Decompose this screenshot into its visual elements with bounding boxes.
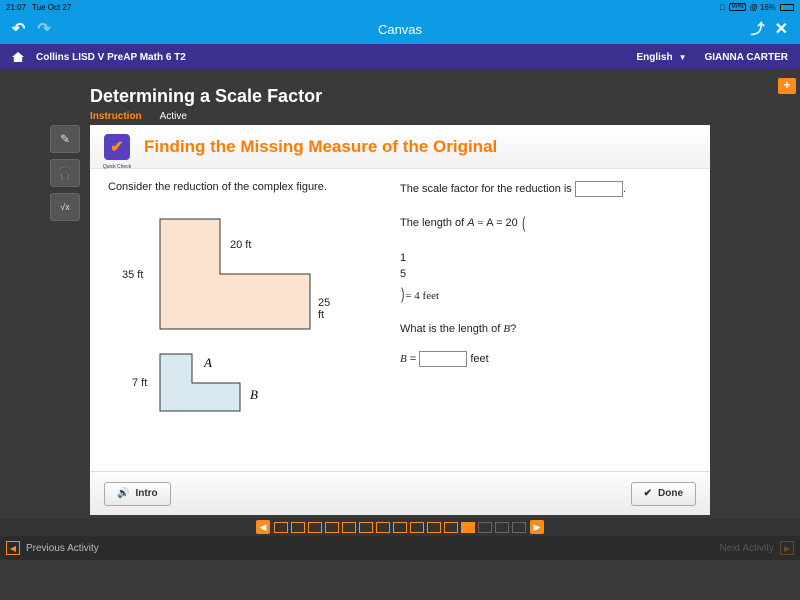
app-nav-bar: ↶ ↷ Canvas ⤴ ✕	[0, 14, 800, 44]
chevron-down-icon: ▼	[679, 53, 687, 62]
progress-prev-icon[interactable]: ◀	[256, 520, 270, 534]
activity-nav: ◀ Previous Activity Next Activity ▶	[0, 536, 800, 560]
progress-step[interactable]	[393, 522, 407, 533]
svg-text:B: B	[250, 387, 258, 402]
add-button[interactable]: +	[778, 78, 796, 94]
progress-step[interactable]	[376, 522, 390, 533]
card-title: Finding the Missing Measure of the Origi…	[144, 137, 497, 157]
progress-step[interactable]	[342, 522, 356, 533]
app-title: Canvas	[378, 22, 422, 37]
check-icon: ✔	[644, 488, 652, 499]
course-name[interactable]: Collins LISD V PreAP Math 6 T2	[36, 52, 186, 63]
progress-step[interactable]	[512, 522, 526, 533]
progress-step[interactable]	[359, 522, 373, 533]
question-scale-factor: The scale factor for the reduction is .	[400, 181, 680, 198]
ipad-status-bar: 21:07 Tue Oct 27 􀙇 VPN @ 16%	[0, 0, 800, 14]
progress-step[interactable]	[495, 522, 509, 533]
battery-pct: @ 16%	[750, 3, 776, 12]
progress-next-icon[interactable]: ▶	[530, 520, 544, 534]
previous-activity-button[interactable]: ◀ Previous Activity	[6, 541, 99, 555]
progress-step[interactable]	[325, 522, 339, 533]
triangle-right-icon: ▶	[780, 541, 794, 555]
triangle-left-icon: ◀	[6, 541, 20, 555]
progress-strip: ◀ ▶	[0, 518, 800, 536]
length-of-a-statement: The length of A = A = 20(	[400, 212, 680, 236]
audio-icon: 🔊	[117, 488, 129, 499]
share-icon[interactable]: ⤴	[751, 19, 765, 39]
progress-step[interactable]	[308, 522, 322, 533]
forward-icon[interactable]: ↷	[37, 19, 50, 39]
battery-icon	[780, 4, 794, 11]
svg-text:A: A	[203, 355, 212, 370]
language-selector[interactable]: English ▼	[636, 52, 686, 63]
pencil-tool-icon[interactable]: ✎	[50, 125, 80, 153]
vpn-badge: VPN	[729, 3, 745, 11]
answer-b-row: B = feet	[400, 351, 680, 368]
close-icon[interactable]: ✕	[775, 19, 788, 39]
headphones-tool-icon[interactable]: 🎧	[50, 159, 80, 187]
tool-palette: ✎ 🎧 √x	[50, 125, 80, 221]
tab-active[interactable]: Active	[160, 111, 187, 122]
intro-button[interactable]: 🔊 Intro	[104, 482, 171, 506]
lesson-title: Determining a Scale Factor	[90, 86, 800, 107]
progress-step[interactable]	[427, 522, 441, 533]
small-figure: A B 7 ft	[150, 349, 290, 422]
home-icon[interactable]	[12, 52, 24, 62]
done-button[interactable]: ✔ Done	[631, 482, 696, 506]
progress-step[interactable]	[274, 522, 288, 533]
quick-check-icon: ✔ Quick Check	[104, 134, 130, 160]
large-figure: 20 ft 35 ft 25 ft	[150, 209, 320, 342]
back-icon[interactable]: ↶	[12, 19, 25, 39]
length-b-input[interactable]	[419, 351, 467, 367]
status-time: 21:07	[6, 3, 26, 12]
status-date: Tue Oct 27	[32, 3, 71, 12]
course-header: Collins LISD V PreAP Math 6 T2 English ▼…	[0, 44, 800, 70]
formula-tool-icon[interactable]: √x	[50, 193, 80, 221]
progress-step[interactable]	[478, 522, 492, 533]
user-name[interactable]: GIANNA CARTER	[704, 52, 788, 63]
tab-instruction[interactable]: Instruction	[90, 111, 142, 122]
progress-step[interactable]	[461, 522, 475, 533]
progress-step[interactable]	[444, 522, 458, 533]
next-activity-button[interactable]: Next Activity ▶	[720, 541, 794, 555]
question-length-b: What is the length of B?	[400, 321, 680, 338]
progress-step[interactable]	[291, 522, 305, 533]
lesson-card: ✔ Quick Check Finding the Missing Measur…	[90, 125, 710, 515]
progress-step[interactable]	[410, 522, 424, 533]
scale-factor-input[interactable]	[575, 181, 623, 197]
wifi-icon: 􀙇	[719, 3, 725, 12]
